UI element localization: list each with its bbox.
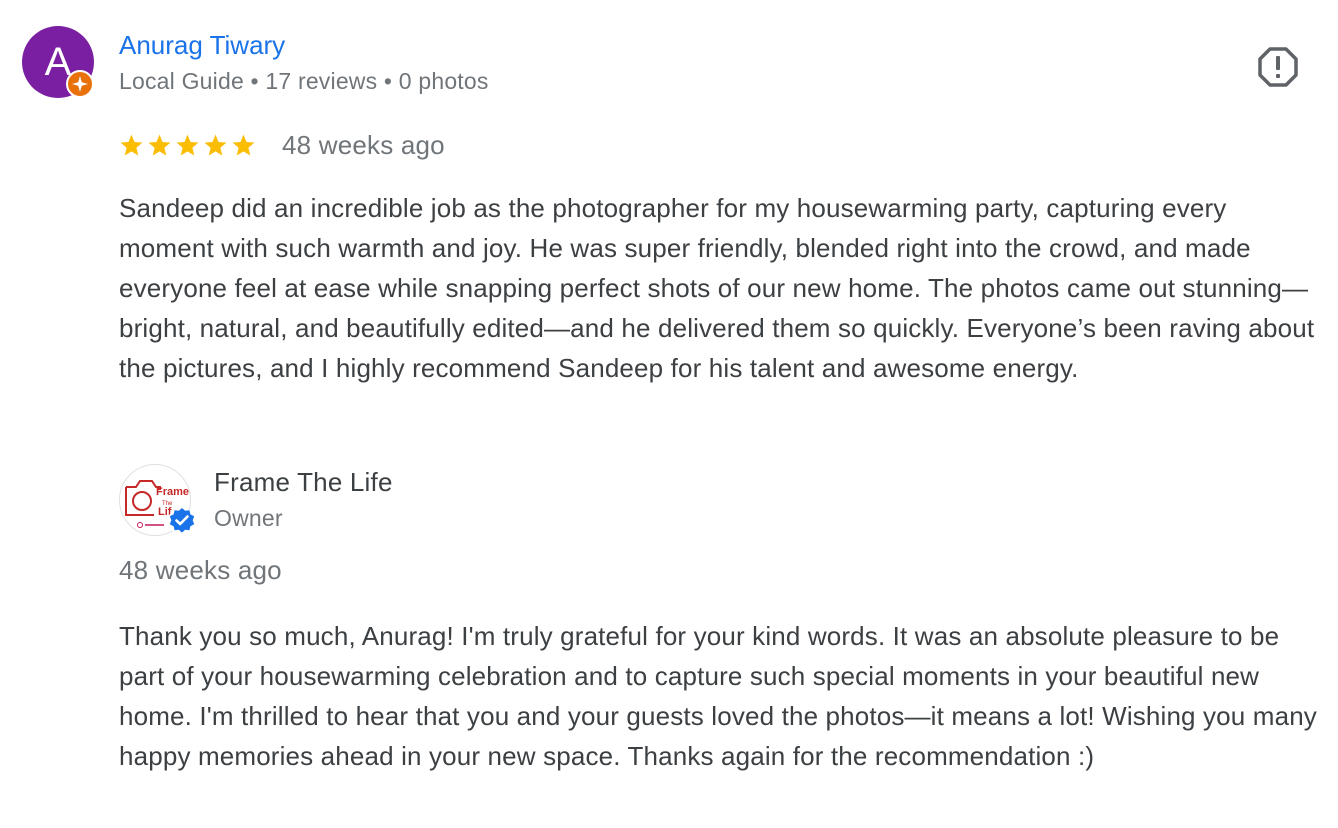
local-guide-star-icon [66, 70, 94, 98]
star-icon [204, 134, 227, 156]
rating-row: 48 weeks ago [119, 130, 445, 161]
verified-badge-icon [167, 506, 197, 536]
review-text: Sandeep did an incredible job as the pho… [119, 193, 1315, 383]
owner-response-date: 48 weeks ago [119, 555, 282, 585]
report-icon[interactable] [1258, 47, 1298, 87]
owner-response-text: Thank you so much, Anurag! I'm truly gra… [119, 621, 1317, 771]
owner-name: Frame The Life [214, 467, 393, 497]
star-icon [120, 134, 143, 156]
star-icon [176, 134, 199, 156]
star-icon [148, 134, 171, 156]
review-date: 48 weeks ago [282, 130, 445, 160]
svg-text:Frame: Frame [156, 486, 189, 498]
reviewer-meta: Local Guide • 17 reviews • 0 photos [119, 68, 489, 94]
owner-role: Owner [214, 505, 283, 531]
reviewer-name-link[interactable]: Anurag Tiwary [119, 30, 285, 61]
star-icon [232, 134, 255, 156]
star-rating [119, 133, 256, 158]
